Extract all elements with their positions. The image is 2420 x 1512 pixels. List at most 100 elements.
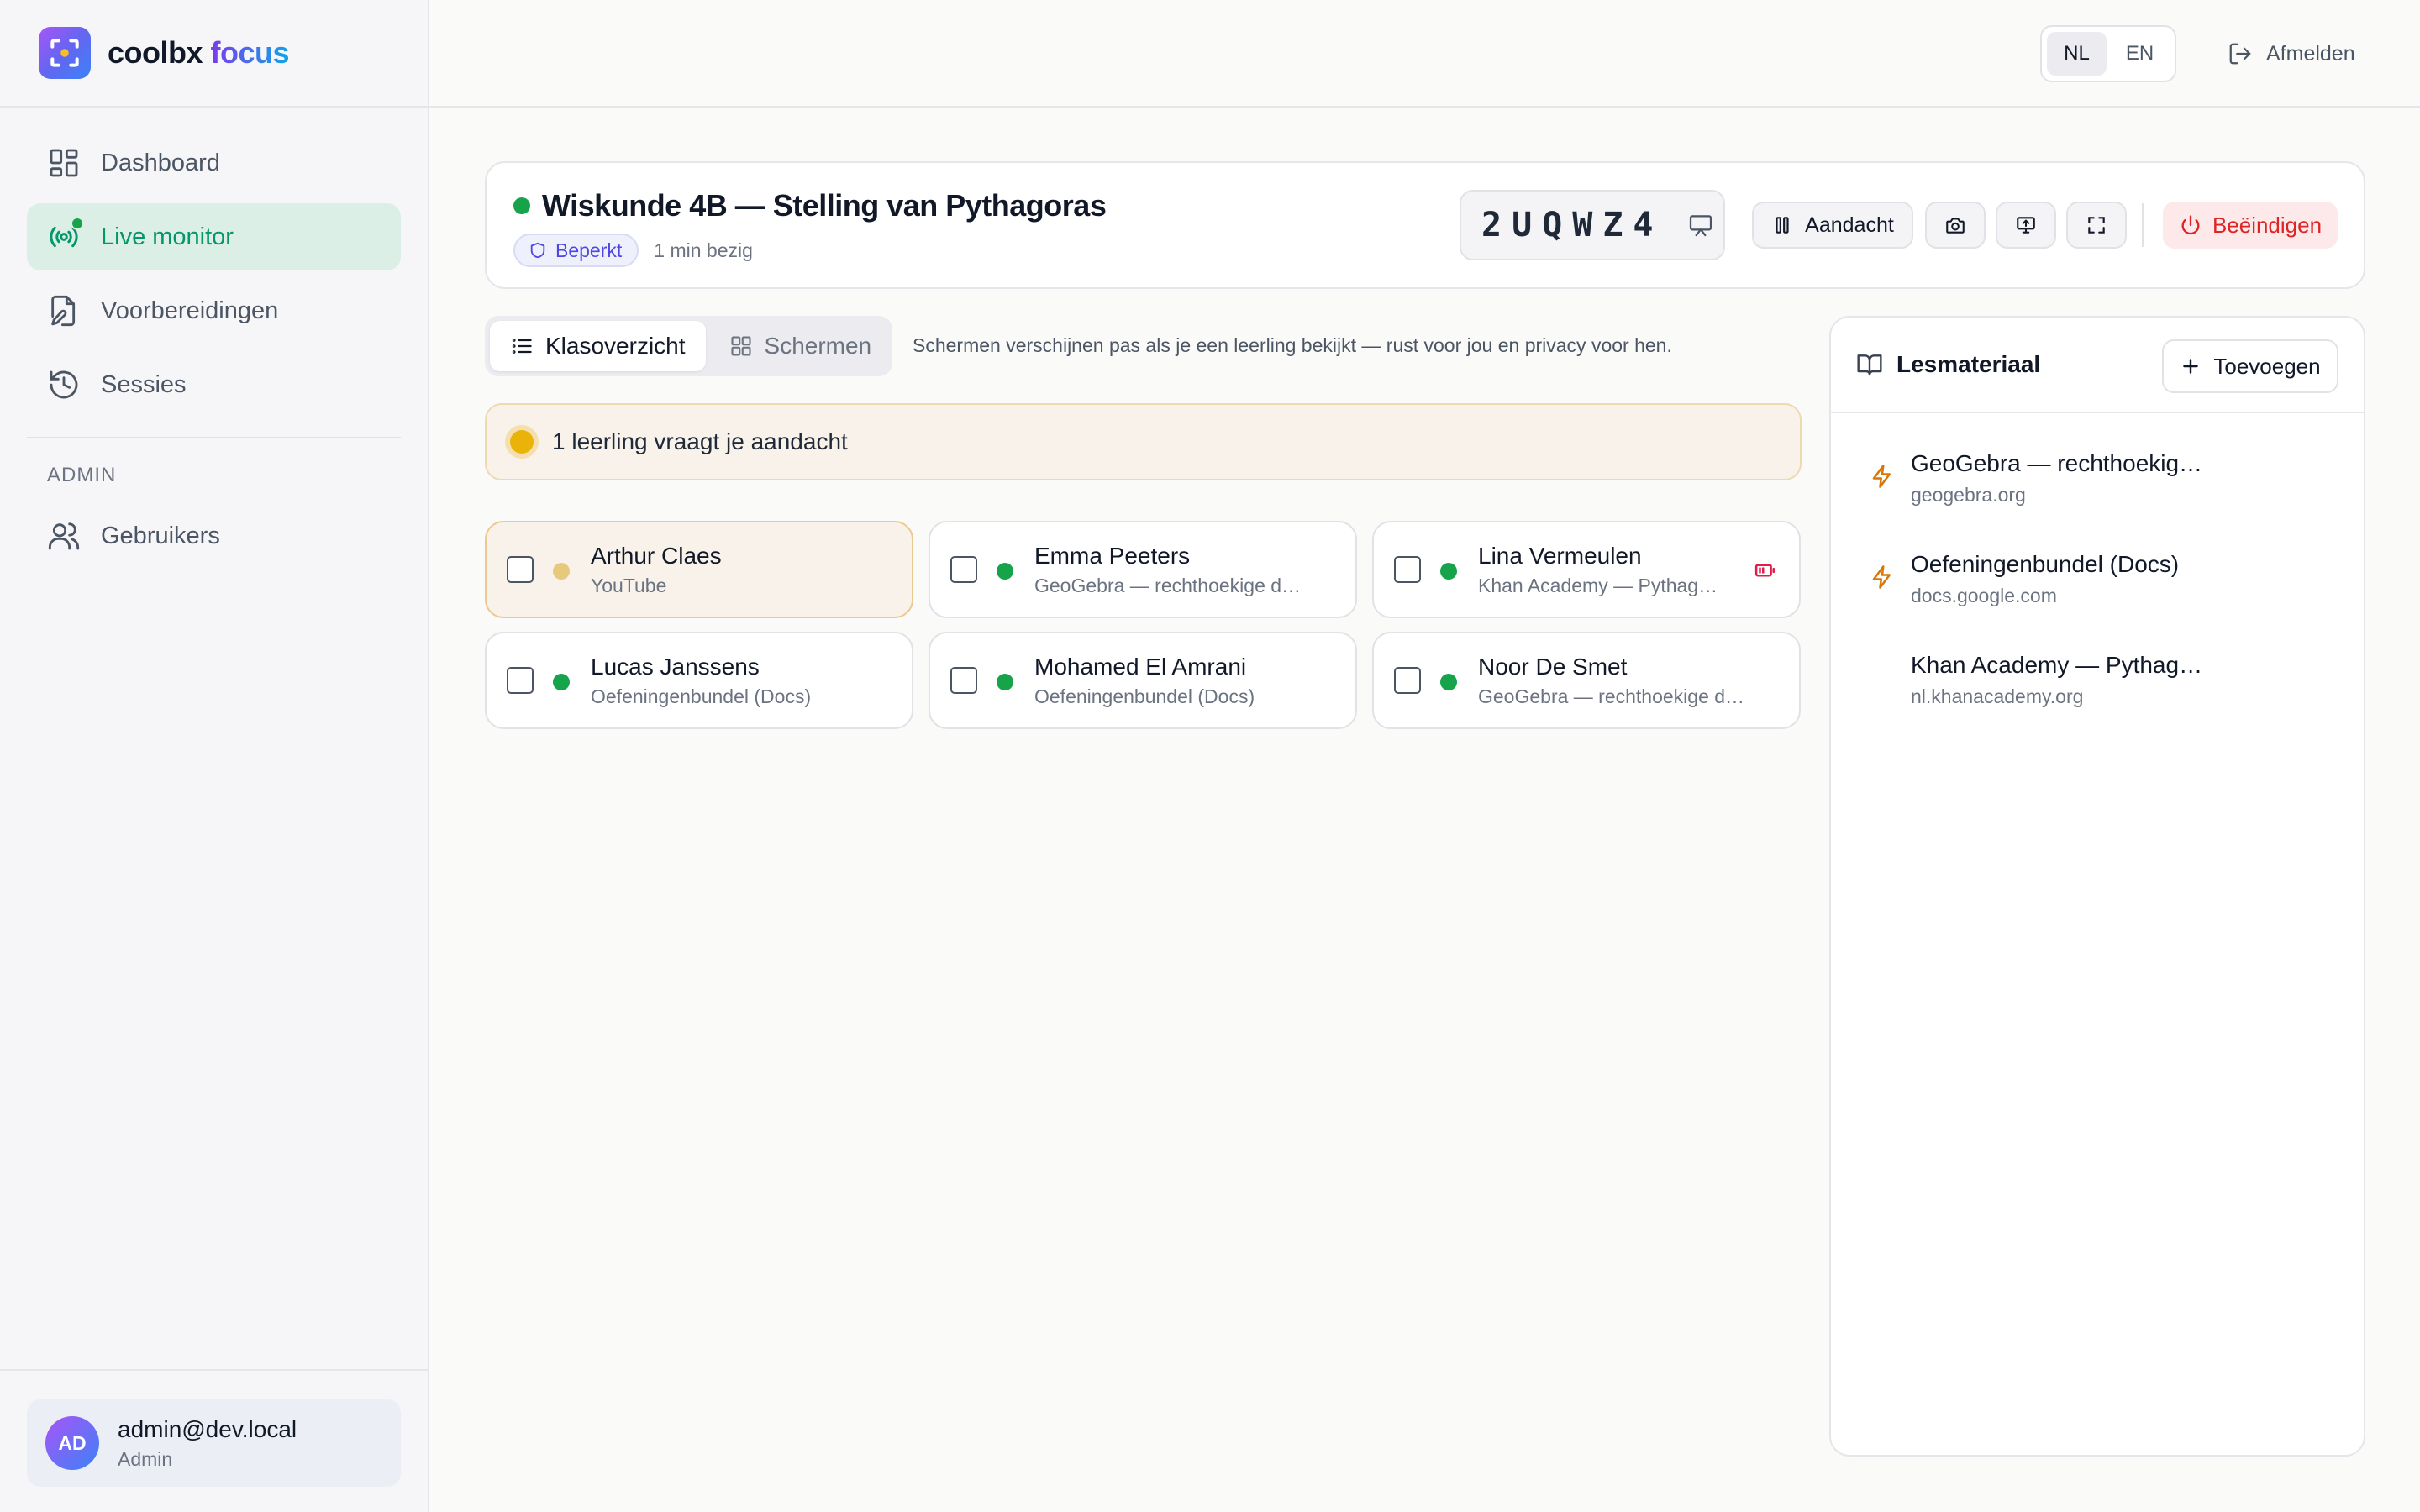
student-card[interactable]: Lina Vermeulen Khan Academy — Pythag… xyxy=(1372,521,1801,618)
broadcast-icon xyxy=(47,217,84,254)
power-icon xyxy=(2179,213,2202,237)
material-url: docs.google.com xyxy=(1911,585,2057,606)
end-session-button[interactable]: Beëindigen xyxy=(2163,202,2338,249)
tab-schermen[interactable]: Schermen xyxy=(709,321,892,371)
student-status-dot xyxy=(997,674,1013,690)
share-screen-button[interactable] xyxy=(1996,202,2056,249)
student-status-dot xyxy=(1440,563,1457,580)
file-edit-icon xyxy=(47,294,81,328)
student-name: Mohamed El Amrani xyxy=(1034,654,1247,680)
avatar: AD xyxy=(45,1416,99,1470)
student-checkbox[interactable] xyxy=(507,556,534,583)
material-item[interactable]: Oefeningenbundel (Docs) docs.google.com xyxy=(1831,543,2364,627)
user-info: admin@dev.local Admin xyxy=(118,1416,297,1471)
student-activity: GeoGebra — rechthoekige d… xyxy=(1478,685,1745,707)
fullscreen-icon xyxy=(2086,214,2107,236)
topbar: NL EN Afmelden xyxy=(429,0,2420,108)
recording-icon xyxy=(1754,558,1779,583)
nav-divider xyxy=(27,437,401,438)
grid-icon xyxy=(729,334,753,358)
shield-icon xyxy=(529,241,547,260)
attention-banner[interactable]: 1 leerling vraagt je aandacht xyxy=(485,403,1802,480)
student-name: Lina Vermeulen xyxy=(1478,543,1642,569)
nav-item-dashboard[interactable]: Dashboard xyxy=(27,129,401,197)
material-title: Oefeningenbundel (Docs) xyxy=(1911,551,2180,577)
student-checkbox[interactable] xyxy=(1394,556,1421,583)
tab-klasoverzicht[interactable]: Klasoverzicht xyxy=(490,321,706,371)
join-code: 2UQWZ4 xyxy=(1481,206,1664,244)
student-activity: YouTube xyxy=(591,575,667,596)
brand-name: coolbx xyxy=(108,35,203,70)
material-title: Khan Academy — Pythag… xyxy=(1911,652,2203,678)
screen-share-icon xyxy=(2015,214,2037,236)
brand[interactable]: coolbx focus xyxy=(0,0,428,108)
student-checkbox[interactable] xyxy=(950,667,977,694)
student-status-dot xyxy=(553,563,570,580)
plus-icon xyxy=(2180,355,2202,377)
live-indicator-dot xyxy=(71,217,84,230)
zap-icon xyxy=(1870,464,1895,489)
session-meta: Beperkt 1 min bezig xyxy=(513,234,753,267)
logout-icon xyxy=(2228,41,2253,66)
fullscreen-button[interactable] xyxy=(2066,202,2127,249)
student-checkbox[interactable] xyxy=(1394,667,1421,694)
panel-header: Lesmateriaal Toevoegen xyxy=(1831,318,2364,413)
material-url: nl.khanacademy.org xyxy=(1911,685,2084,707)
student-status-dot xyxy=(1440,674,1457,690)
student-card[interactable]: Mohamed El Amrani Oefeningenbundel (Docs… xyxy=(929,632,1357,729)
mode-badge: Beperkt xyxy=(513,234,639,267)
student-checkbox[interactable] xyxy=(507,667,534,694)
nav-item-sessies[interactable]: Sessies xyxy=(27,351,401,418)
material-item[interactable]: GeoGebra — rechthoekig… geogebra.org xyxy=(1831,442,2364,526)
language-toggle: NL EN xyxy=(2040,25,2176,82)
student-card[interactable]: Arthur Claes YouTube xyxy=(485,521,913,618)
logout-label: Afmelden xyxy=(2266,41,2355,66)
student-name: Lucas Janssens xyxy=(591,654,760,680)
student-checkbox[interactable] xyxy=(950,556,977,583)
nav-item-voorbereidingen[interactable]: Voorbereidingen xyxy=(27,277,401,344)
nav-label: Dashboard xyxy=(101,149,220,176)
dashboard-icon xyxy=(47,146,81,180)
user-email: admin@dev.local xyxy=(118,1415,297,1442)
join-code-display[interactable]: 2UQWZ4 xyxy=(1460,190,1725,260)
zap-icon xyxy=(1870,564,1895,590)
nav-label: Live monitor xyxy=(101,223,234,250)
add-material-button[interactable]: Toevoegen xyxy=(2162,339,2338,393)
history-icon xyxy=(47,368,81,402)
language-nl-button[interactable]: NL xyxy=(2047,32,2107,76)
brand-wordmark: coolbx focus xyxy=(108,35,290,71)
user-area: AD admin@dev.local Admin xyxy=(0,1369,428,1512)
student-card[interactable]: Noor De Smet GeoGebra — rechthoekige d… xyxy=(1372,632,1801,729)
nav-label: Gebruikers xyxy=(101,522,220,549)
nav-item-live-monitor[interactable]: Live monitor xyxy=(27,203,401,270)
camera-icon xyxy=(1944,214,1966,236)
lesson-material-panel: Lesmateriaal Toevoegen GeoGebra — rechth… xyxy=(1829,316,2365,1457)
student-status-dot xyxy=(997,563,1013,580)
session-header: Wiskunde 4B — Stelling van Pythagoras Be… xyxy=(485,161,2365,289)
nav-section-admin: ADMIN xyxy=(47,464,117,486)
screens-hint: Schermen verschijnen pas als je een leer… xyxy=(913,334,1672,356)
student-activity: Oefeningenbundel (Docs) xyxy=(1034,685,1255,707)
attention-button[interactable]: Aandacht xyxy=(1752,202,1913,249)
student-card[interactable]: Emma Peeters GeoGebra — rechthoekige d… xyxy=(929,521,1357,618)
nav-label: Voorbereidingen xyxy=(101,297,279,324)
nav-item-gebruikers[interactable]: Gebruikers xyxy=(27,502,401,570)
attention-button-label: Aandacht xyxy=(1805,213,1894,237)
material-item[interactable]: Khan Academy — Pythag… nl.khanacademy.or… xyxy=(1831,643,2364,727)
material-url: geogebra.org xyxy=(1911,484,2026,506)
session-title-row: Wiskunde 4B — Stelling van Pythagoras xyxy=(513,188,1107,223)
book-open-icon xyxy=(1856,351,1883,378)
student-activity: GeoGebra — rechthoekige d… xyxy=(1034,575,1302,596)
user-card[interactable]: AD admin@dev.local Admin xyxy=(27,1399,401,1487)
student-name: Noor De Smet xyxy=(1478,654,1628,680)
add-material-label: Toevoegen xyxy=(2213,353,2321,379)
language-en-button[interactable]: EN xyxy=(2110,32,2170,76)
mode-badge-label: Beperkt xyxy=(555,239,623,261)
logout-button[interactable]: Afmelden xyxy=(2219,29,2364,79)
session-title: Wiskunde 4B — Stelling van Pythagoras xyxy=(542,188,1107,223)
tab-label: Klasoverzicht xyxy=(545,333,686,359)
attention-dot xyxy=(510,430,534,454)
screenshot-button[interactable] xyxy=(1925,202,1986,249)
student-card[interactable]: Lucas Janssens Oefeningenbundel (Docs) xyxy=(485,632,913,729)
material-title: GeoGebra — rechthoekig… xyxy=(1911,450,2203,476)
